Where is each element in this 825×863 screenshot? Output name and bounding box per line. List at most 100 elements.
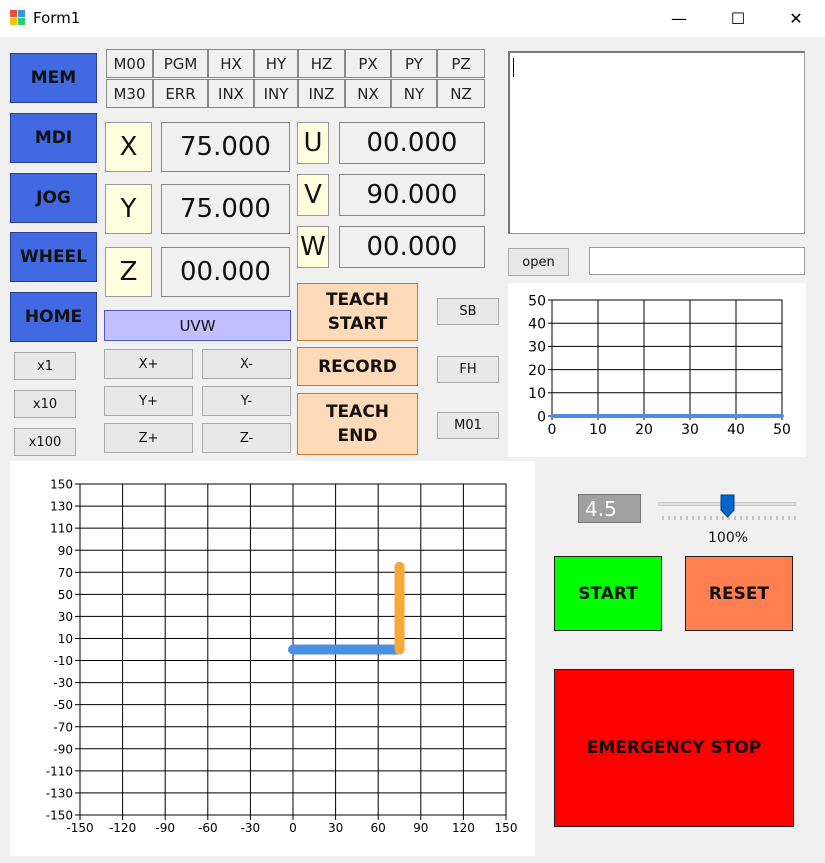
teach-end-line2: END <box>337 426 378 446</box>
axis-w-value: 00.000 <box>339 226 485 268</box>
close-icon: ✕ <box>789 9 803 28</box>
y-tick-label: -30 <box>53 676 73 690</box>
y-tick-label: 0 <box>537 409 546 425</box>
x-tick-label: 30 <box>328 821 343 835</box>
teach-start-line2: START <box>327 314 388 334</box>
x-tick-label: 20 <box>635 422 653 438</box>
axis-y-label: Y <box>105 184 152 234</box>
y-tick-label: 10 <box>58 632 73 646</box>
x-tick-label: -60 <box>198 821 218 835</box>
step-x1-button[interactable]: x1 <box>14 352 76 380</box>
record-button[interactable]: RECORD <box>297 347 418 386</box>
status-m00: M00 <box>106 49 153 78</box>
x-tick-label: -30 <box>241 821 261 835</box>
speed-value-display: 4.5 <box>578 494 641 523</box>
mode-mdi-button[interactable]: MDI <box>10 113 97 163</box>
axis-v-value: 90.000 <box>339 174 485 216</box>
teach-start-line1: TEACH <box>325 290 390 310</box>
reset-button[interactable]: RESET <box>685 556 793 631</box>
y-tick-label: 90 <box>58 544 73 558</box>
axis-z-value: 00.000 <box>161 247 290 297</box>
y-tick-label: 50 <box>528 293 546 309</box>
y-tick-label: 150 <box>50 478 73 492</box>
jog-y-minus-button[interactable]: Y- <box>202 386 291 416</box>
slider-thumb[interactable] <box>720 494 736 518</box>
y-tick-label: -50 <box>53 698 73 712</box>
jog-y-plus-button[interactable]: Y+ <box>104 386 193 416</box>
speed-slider[interactable] <box>658 494 798 524</box>
y-tick-label: 30 <box>528 340 546 356</box>
maximize-button[interactable]: ☐ <box>709 0 767 37</box>
minimize-button[interactable]: — <box>650 0 708 37</box>
x-tick-label: -90 <box>155 821 175 835</box>
text-cursor <box>513 58 514 77</box>
x-tick-label: -120 <box>109 821 136 835</box>
x-tick-label: 60 <box>371 821 386 835</box>
window-title: Form1 <box>33 9 81 27</box>
uvw-button[interactable]: UVW <box>104 310 291 341</box>
x-tick-label: 50 <box>773 422 791 438</box>
teach-start-button[interactable]: TEACH START <box>297 283 418 341</box>
status-pgm: PGM <box>153 49 208 78</box>
emergency-stop-button[interactable]: EMERGENCY STOP <box>554 669 794 827</box>
mode-mem-button[interactable]: MEM <box>10 53 97 103</box>
status-m30: M30 <box>106 79 153 108</box>
status-hy: HY <box>254 49 298 78</box>
plot-frame <box>551 299 783 417</box>
title-bar: Form1 — ☐ ✕ <box>0 0 825 37</box>
axis-u-label: U <box>297 122 329 164</box>
status-inz: INZ <box>298 79 345 108</box>
x-tick-label: 150 <box>495 821 518 835</box>
x-tick-label: -150 <box>66 821 93 835</box>
file-path-input[interactable] <box>589 247 805 275</box>
maximize-icon: ☐ <box>730 9 746 28</box>
y-tick-label: 50 <box>58 588 73 602</box>
step-x100-button[interactable]: x100 <box>14 428 76 456</box>
status-nz: NZ <box>437 79 485 108</box>
fh-button[interactable]: FH <box>437 356 499 383</box>
speed-percent-label: 100% <box>708 530 749 546</box>
axis-z-label: Z <box>105 247 152 297</box>
status-inx: INX <box>208 79 254 108</box>
mode-wheel-button[interactable]: WHEEL <box>10 232 97 282</box>
jog-z-minus-button[interactable]: Z- <box>202 423 291 453</box>
axis-w-label: W <box>297 226 329 268</box>
y-tick-label: 110 <box>50 522 73 536</box>
m01-button[interactable]: M01 <box>437 412 499 439</box>
y-tick-label: 70 <box>58 566 73 580</box>
x-tick-label: 10 <box>589 422 607 438</box>
y-tick-label: -130 <box>46 786 73 800</box>
teach-end-button[interactable]: TEACH END <box>297 393 418 455</box>
minimize-icon: — <box>671 9 687 28</box>
status-nx: NX <box>345 79 391 108</box>
mode-home-button[interactable]: HOME <box>10 292 97 342</box>
x-tick-label: 120 <box>452 821 475 835</box>
axis-u-value: 00.000 <box>339 122 485 164</box>
sb-button[interactable]: SB <box>437 298 499 325</box>
x-tick-label: 0 <box>289 821 297 835</box>
teach-end-line1: TEACH <box>325 402 390 422</box>
open-button[interactable]: open <box>508 248 569 276</box>
mode-jog-button[interactable]: JOG <box>10 173 97 223</box>
y-tick-label: 10 <box>528 386 546 402</box>
step-x10-button[interactable]: x10 <box>14 390 76 418</box>
jog-z-plus-button[interactable]: Z+ <box>104 423 193 453</box>
y-tick-label: 20 <box>528 363 546 379</box>
y-tick-label: 40 <box>528 317 546 333</box>
status-pz: PZ <box>437 49 485 78</box>
close-button[interactable]: ✕ <box>767 0 825 37</box>
xy-plot: -150 -120 -90 -60 -30 0 30 60 90 120 150 150 130 110 9… <box>46 478 518 835</box>
jog-x-plus-button[interactable]: X+ <box>104 349 193 379</box>
jog-x-minus-button[interactable]: X- <box>202 349 291 379</box>
program-textbox[interactable] <box>508 51 805 234</box>
status-px: PX <box>345 49 391 78</box>
axis-v-label: V <box>297 174 329 216</box>
status-err: ERR <box>153 79 208 108</box>
y-tick-label: -10 <box>53 654 73 668</box>
y-tick-label: -70 <box>53 720 73 734</box>
y-tick-label: -150 <box>46 809 73 823</box>
start-button[interactable]: START <box>554 556 662 631</box>
axis-x-label: X <box>105 122 152 172</box>
small-chart: 0 10 20 30 40 50 0 10 20 30 40 50 <box>528 293 791 438</box>
axis-y-value: 75.000 <box>161 184 290 234</box>
